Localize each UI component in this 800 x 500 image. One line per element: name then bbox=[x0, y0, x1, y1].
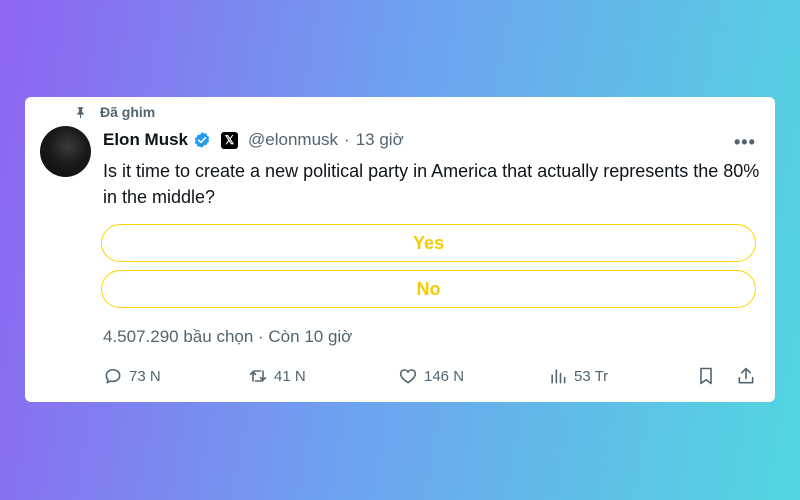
tweet-text: Is it time to create a new political par… bbox=[103, 161, 760, 207]
verified-badge-icon bbox=[194, 132, 210, 148]
action-bar: 73 N 41 N 146 N 53 Tr bbox=[0, 366, 800, 392]
avatar[interactable] bbox=[40, 126, 91, 177]
like-button[interactable]: 146 N bbox=[398, 366, 464, 386]
reply-icon bbox=[105, 368, 121, 384]
reply-button[interactable]: 73 N bbox=[103, 366, 161, 386]
poll-option-yes-label: Yes bbox=[412, 232, 445, 253]
retweet-button[interactable]: 41 N bbox=[248, 366, 306, 386]
like-icon bbox=[399, 369, 417, 384]
bookmark-button[interactable] bbox=[696, 366, 722, 386]
retweet-icon bbox=[249, 370, 267, 382]
views-count: 53 Tr bbox=[574, 367, 609, 385]
share-button[interactable] bbox=[736, 366, 762, 386]
like-count: 146 N bbox=[424, 367, 465, 385]
x-logo-icon: 𝕏 bbox=[221, 131, 239, 149]
author-name[interactable]: Elon Musk bbox=[103, 130, 188, 150]
poll-option-no[interactable]: No bbox=[101, 270, 756, 308]
share-icon bbox=[738, 367, 754, 384]
poll-option-no-label: No bbox=[416, 278, 441, 299]
author-handle[interactable]: @elonmusk bbox=[248, 130, 338, 150]
pinned-text: Đã ghim bbox=[100, 104, 156, 120]
more-icon[interactable]: ••• bbox=[734, 132, 756, 153]
bookmark-icon bbox=[700, 367, 712, 385]
pinned-label-row: Đã ghim bbox=[74, 104, 155, 120]
poll-meta: 4.507.290 bầu chọn · Còn 10 giờ bbox=[103, 327, 353, 346]
reply-count: 73 N bbox=[129, 367, 161, 385]
pin-icon bbox=[77, 106, 84, 118]
views-icon bbox=[551, 369, 566, 384]
retweet-count: 41 N bbox=[274, 367, 306, 385]
header-separator: · bbox=[344, 130, 350, 149]
poll-option-yes[interactable]: Yes bbox=[101, 224, 756, 262]
tweet-time[interactable]: 13 giờ bbox=[356, 130, 404, 150]
views-button[interactable]: 53 Tr bbox=[548, 366, 608, 386]
tweet-header: Elon Musk 𝕏 @elonmusk · 13 giờ bbox=[103, 130, 404, 150]
